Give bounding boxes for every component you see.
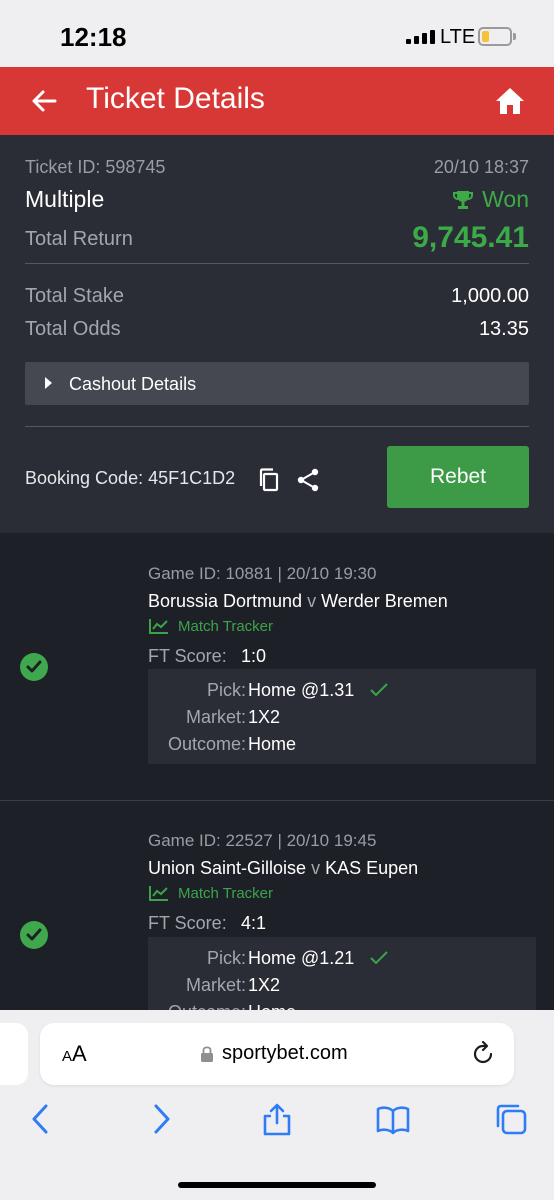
copy-icon[interactable]: [257, 467, 281, 493]
cashout-details-toggle[interactable]: Cashout Details: [25, 362, 529, 405]
match-tracker-link[interactable]: Match Tracker: [148, 617, 273, 635]
match-tracker-label: Match Tracker: [178, 884, 274, 902]
back-arrow-icon[interactable]: [30, 87, 58, 115]
share-box-icon[interactable]: [260, 1102, 294, 1136]
ft-score-value: 1:0: [241, 646, 267, 666]
cashout-label: Cashout Details: [69, 374, 197, 394]
pick-details: Pick: Home @1.31 Market: 1X2 Outcome: Ho…: [148, 669, 536, 764]
check-circle-icon: [20, 921, 48, 949]
browser-toolbar: AA sportybet.com: [0, 1010, 554, 1200]
ft-score-label: FT Score:: [148, 646, 227, 666]
signal-icon: [406, 30, 435, 44]
outcome-label: Outcome:: [167, 734, 246, 754]
selection-card: Game ID: 10881 | 20/10 19:30 Borussia Do…: [0, 533, 554, 800]
booking-code: Booking Code: 45F1C1D2: [25, 468, 236, 488]
match-tracker-link[interactable]: Match Tracker: [148, 884, 273, 902]
chart-line-icon: [149, 886, 168, 901]
ticket-date: 20/10 18:37: [433, 157, 529, 177]
divider: [25, 263, 529, 264]
network-label: LTE: [440, 26, 476, 48]
forward-chevron-icon[interactable]: [144, 1102, 178, 1136]
rebet-button[interactable]: Rebet: [387, 446, 529, 508]
market-value: 1X2: [248, 975, 281, 995]
match-teams: Borussia Dortmund v Werder Bremen: [148, 591, 448, 612]
text-size-button[interactable]: AA: [62, 1041, 87, 1067]
lock-icon: [201, 1046, 213, 1062]
trophy-icon: [453, 190, 474, 209]
market-value: 1X2: [248, 707, 281, 727]
back-chevron-icon[interactable]: [24, 1102, 58, 1136]
battery-icon: [478, 27, 512, 46]
status-bar: 12:18 LTE: [0, 0, 554, 67]
address-bar[interactable]: AA sportybet.com: [40, 1023, 514, 1085]
total-stake-value: 1,000.00: [451, 285, 529, 307]
ft-score-label: FT Score:: [148, 913, 227, 933]
previous-tab[interactable]: [0, 1023, 28, 1085]
chart-line-icon: [149, 619, 168, 634]
total-odds-label: Total Odds: [25, 318, 121, 340]
versus-label: v: [311, 858, 321, 878]
check-circle-icon: [20, 653, 48, 681]
total-return-label: Total Return: [25, 228, 133, 250]
checkmark-icon: [370, 951, 388, 965]
url-text: sportybet.com: [222, 1042, 348, 1064]
status-badge: Won: [452, 186, 529, 213]
pick-label: Pick:: [206, 680, 246, 700]
share-icon[interactable]: [296, 467, 320, 493]
home-team: Borussia Dortmund: [148, 591, 303, 611]
outcome-value: Home: [248, 734, 297, 754]
selection-card: Game ID: 22527 | 20/10 19:45 Union Saint…: [0, 801, 554, 1032]
market-label: Market:: [185, 707, 246, 727]
pick-value: Home @1.21: [248, 948, 355, 968]
total-odds-value: 13.35: [478, 318, 529, 340]
versus-label: v: [307, 591, 317, 611]
divider: [25, 426, 529, 427]
bet-type: Multiple: [25, 186, 105, 212]
battery-cap: [513, 33, 516, 40]
checkmark-icon: [370, 683, 388, 697]
tabs-icon[interactable]: [494, 1102, 528, 1136]
game-id: Game ID: 10881 | 20/10 19:30: [148, 564, 377, 583]
match-tracker-label: Match Tracker: [178, 617, 274, 635]
reload-icon[interactable]: [470, 1041, 496, 1067]
page-title: Ticket Details: [86, 82, 265, 115]
away-team: KAS Eupen: [325, 858, 419, 878]
caret-right-icon: [45, 377, 52, 389]
total-return-value: 9,745.41: [412, 221, 529, 254]
app-header: Ticket Details: [0, 67, 554, 135]
total-stake-label: Total Stake: [25, 285, 124, 307]
game-id: Game ID: 22527 | 20/10 19:45: [148, 831, 377, 850]
match-teams: Union Saint-Gilloise v KAS Eupen: [148, 858, 418, 879]
home-indicator: [178, 1182, 376, 1188]
market-label: Market:: [185, 975, 246, 995]
book-icon[interactable]: [376, 1102, 410, 1136]
ticket-id: Ticket ID: 598745: [25, 157, 166, 177]
pick-label: Pick:: [206, 948, 246, 968]
status-time: 12:18: [60, 22, 127, 52]
ft-score-value: 4:1: [241, 913, 267, 933]
pick-value: Home @1.31: [248, 680, 355, 700]
home-icon[interactable]: [494, 85, 526, 117]
ticket-summary: Ticket ID: 598745 20/10 18:37 Multiple W…: [0, 135, 554, 533]
status-text: Won: [482, 186, 529, 212]
away-team: Werder Bremen: [321, 591, 448, 611]
home-team: Union Saint-Gilloise: [148, 858, 307, 878]
